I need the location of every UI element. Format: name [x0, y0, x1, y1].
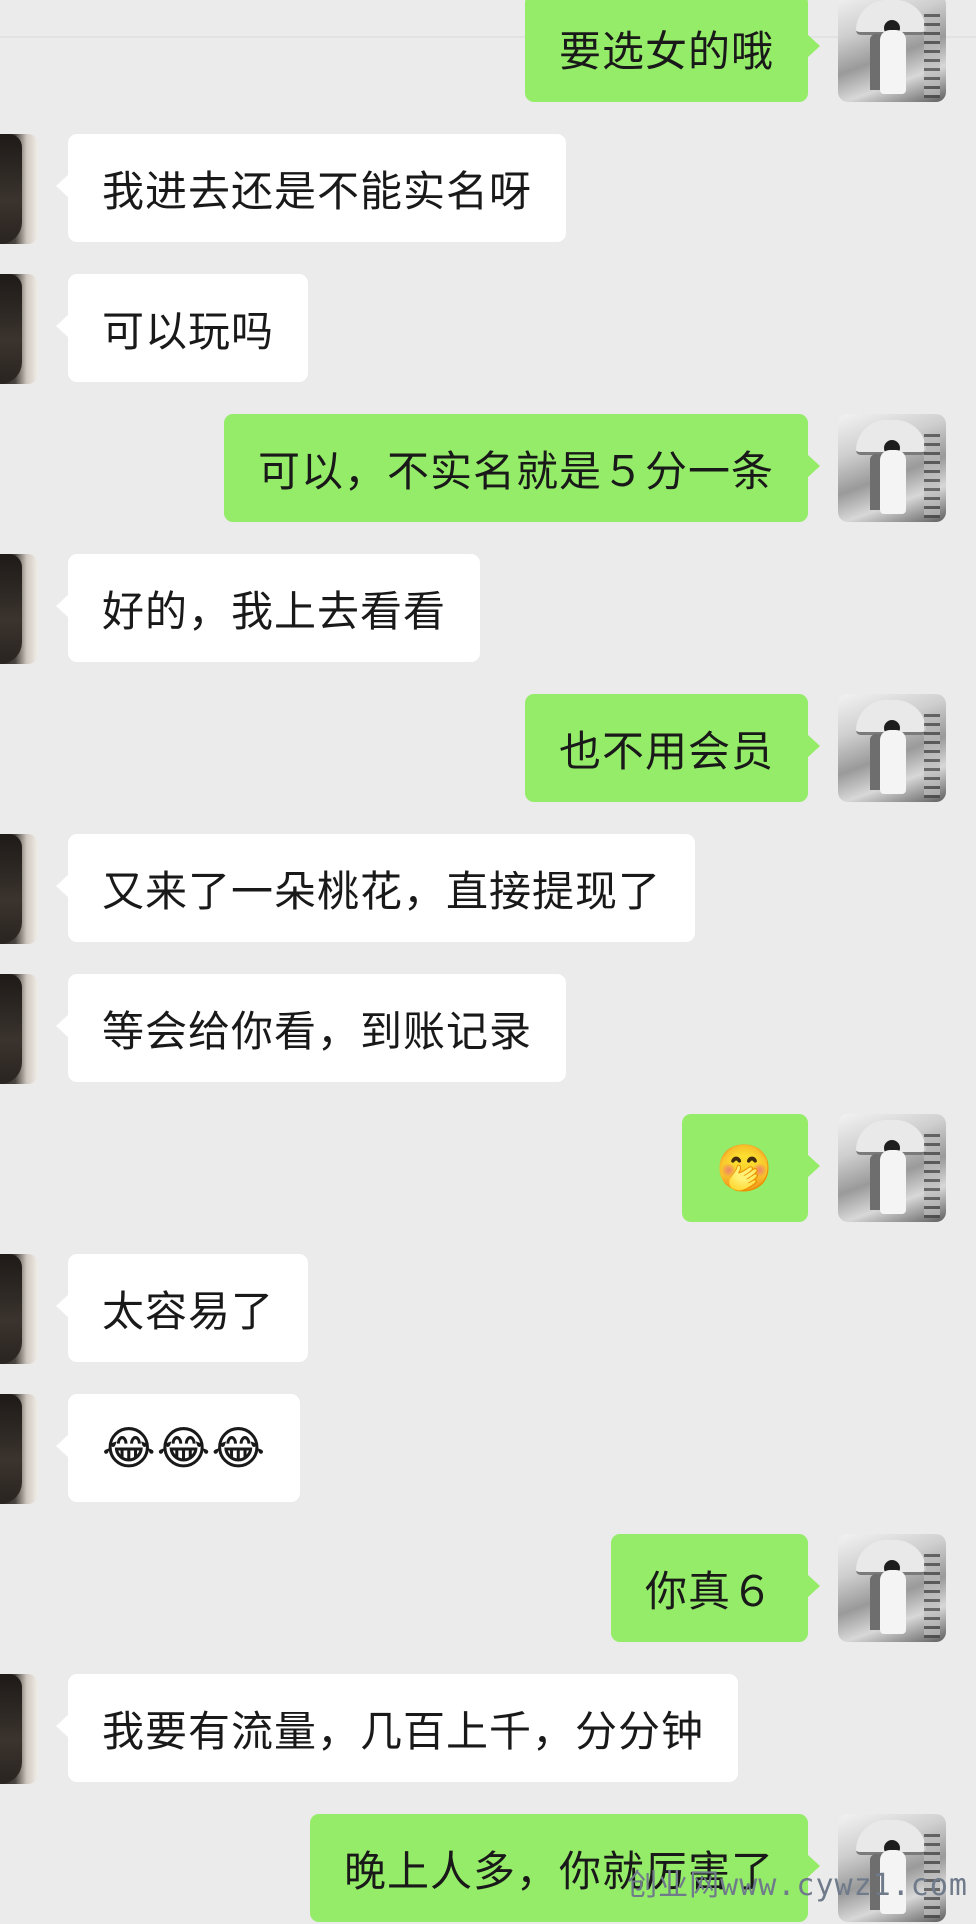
chat-message-outgoing: 🤭 — [0, 1114, 976, 1224]
message-bubble[interactable]: 又来了一朵桃花，直接提现了 — [55, 834, 696, 942]
message-bubble[interactable]: 太容易了 — [55, 1254, 309, 1362]
avatar[interactable] — [838, 0, 946, 102]
chat-message-outgoing: 可以，不实名就是５分一条 — [0, 414, 976, 524]
chat-message-outgoing: 也不用会员 — [0, 694, 976, 804]
chat-message-incoming: 我要有流量，几百上千，分分钟 — [0, 1674, 976, 1784]
avatar[interactable] — [0, 834, 38, 944]
avatar[interactable] — [0, 1674, 38, 1784]
message-bubble[interactable]: 好的，我上去看看 — [55, 554, 481, 662]
message-bubble[interactable]: 😂😂😂 — [55, 1394, 301, 1502]
message-bubble[interactable]: 你真６ — [610, 1534, 821, 1642]
tears-of-joy-emoji-icon: 😂😂😂 — [102, 1421, 267, 1475]
avatar[interactable] — [0, 554, 38, 664]
avatar[interactable] — [838, 1534, 946, 1642]
message-bubble[interactable]: 我要有流量，几百上千，分分钟 — [55, 1674, 739, 1782]
watermark: 创业网www.cywz1.com — [627, 1868, 968, 1903]
chat-message-incoming: 我进去还是不能实名呀 — [0, 134, 976, 244]
message-bubble[interactable]: 也不用会员 — [524, 694, 821, 802]
chat-message-incoming: 😂😂😂 — [0, 1394, 976, 1504]
message-bubble[interactable]: 可以玩吗 — [55, 274, 309, 382]
message-bubble[interactable]: 🤭 — [681, 1114, 821, 1222]
chat-message-incoming: 好的，我上去看看 — [0, 554, 976, 664]
message-bubble[interactable]: 可以，不实名就是５分一条 — [223, 414, 821, 522]
chat-message-incoming: 可以玩吗 — [0, 274, 976, 384]
message-bubble[interactable]: 等会给你看，到账记录 — [55, 974, 567, 1082]
message-bubble[interactable]: 我进去还是不能实名呀 — [55, 134, 567, 242]
avatar[interactable] — [0, 1394, 38, 1504]
avatar[interactable] — [838, 694, 946, 802]
chat-message-incoming: 等会给你看，到账记录 — [0, 974, 976, 1084]
chat-message-outgoing: 你真６ — [0, 1534, 976, 1644]
avatar[interactable] — [838, 414, 946, 522]
avatar[interactable] — [838, 1114, 946, 1222]
chat-message-outgoing: 要选女的哦 — [0, 0, 976, 104]
message-bubble[interactable]: 要选女的哦 — [524, 0, 821, 102]
avatar[interactable] — [0, 1254, 38, 1364]
avatar[interactable] — [0, 274, 38, 384]
chat-message-incoming: 又来了一朵桃花，直接提现了 — [0, 834, 976, 944]
avatar[interactable] — [0, 134, 38, 244]
hand-over-mouth-emoji-icon: 🤭 — [715, 1141, 774, 1195]
chat-message-incoming: 太容易了 — [0, 1254, 976, 1364]
avatar[interactable] — [0, 974, 38, 1084]
